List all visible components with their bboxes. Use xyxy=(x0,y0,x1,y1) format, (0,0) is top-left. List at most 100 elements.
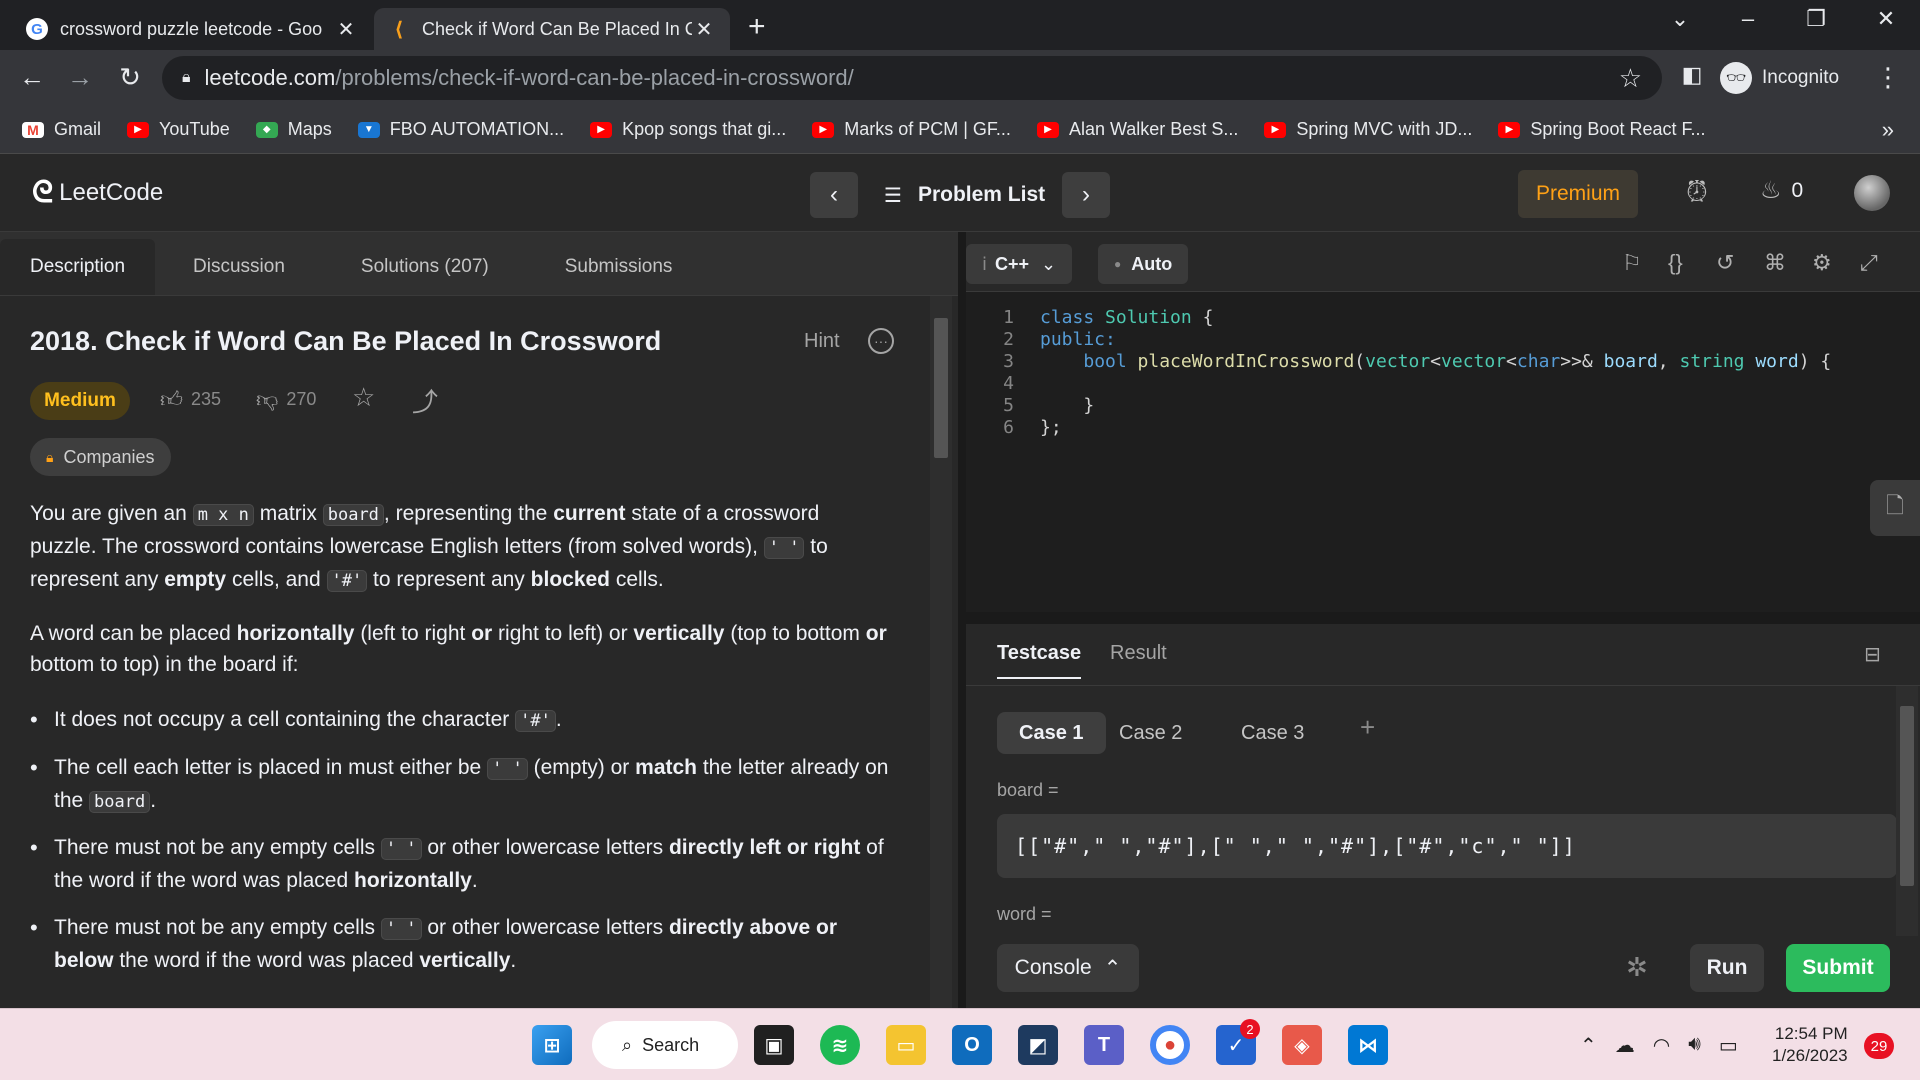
testcase-scrollbar[interactable] xyxy=(1896,686,1918,936)
tab-description[interactable]: Description xyxy=(0,239,156,295)
minimize-icon[interactable]: – xyxy=(1728,6,1768,32)
star-icon[interactable]: ☆ xyxy=(352,382,375,413)
bookmark-spring-mvc[interactable]: ▶ Spring MVC with JD... xyxy=(1264,119,1472,140)
app-icon[interactable]: ◩ xyxy=(1018,1025,1058,1065)
description-scrollbar[interactable] xyxy=(930,296,952,1008)
vscode-icon[interactable]: ⋈ xyxy=(1348,1025,1388,1065)
tab-testcase[interactable]: Testcase xyxy=(997,642,1082,679)
shortcuts-icon[interactable]: ⌘ xyxy=(1764,250,1786,276)
date: 1/26/2023 xyxy=(1772,1046,1848,1065)
reload-icon[interactable]: ↻ xyxy=(112,62,148,93)
bookmark-icon[interactable]: ⚐ xyxy=(1622,250,1642,276)
like-count: 235 xyxy=(191,389,222,409)
side-panel-icon[interactable]: ◧ xyxy=(1674,62,1710,88)
back-icon[interactable]: ← xyxy=(14,62,50,93)
address-bar[interactable]: 🔒︎ leetcode.com/problems/check-if-word-c… xyxy=(162,56,1662,100)
file-explorer-icon[interactable]: ▭ xyxy=(886,1025,926,1065)
new-tab-icon[interactable]: + xyxy=(748,10,766,44)
language-label: C++ xyxy=(995,253,1030,274)
avatar[interactable] xyxy=(1854,175,1890,211)
board-input[interactable]: [["#"," ","#"],[" "," ","#"],["#","c"," … xyxy=(997,814,1897,878)
code-area[interactable]: 1 class Solution {2 public: 3 bool placeWor… xyxy=(966,304,1920,604)
menu-kebab-icon[interactable]: ⋮ xyxy=(1870,62,1906,93)
battery-icon[interactable]: ▭ xyxy=(1719,1033,1738,1058)
problem-list-button[interactable]: ☰ Problem List xyxy=(884,172,1045,218)
companies-tag[interactable]: 🔒︎ Companies xyxy=(30,438,171,476)
case-1-button[interactable]: Case 1 xyxy=(997,712,1106,754)
office-icon[interactable]: ◈ xyxy=(1282,1025,1322,1065)
bookmark-spring-boot[interactable]: ▶ Spring Boot React F... xyxy=(1498,119,1705,140)
incognito-profile[interactable]: 👓︎ Incognito xyxy=(1720,58,1839,98)
wifi-icon[interactable]: ◠ xyxy=(1653,1033,1670,1058)
close-icon[interactable]: ✕ xyxy=(334,17,358,42)
chrome-icon[interactable]: ● xyxy=(1150,1025,1190,1065)
forward-icon[interactable]: → xyxy=(62,62,98,93)
prev-problem-button[interactable]: ‹ xyxy=(810,172,858,218)
scrollbar-thumb[interactable] xyxy=(934,318,948,458)
volume-icon[interactable]: 🔊︎ xyxy=(1688,1033,1701,1058)
leetcode-logo[interactable]: ᘓ LeetCode xyxy=(32,176,163,210)
task-view-icon[interactable]: ▣ xyxy=(754,1025,794,1065)
chevron-right-icon[interactable]: » xyxy=(1882,117,1894,143)
browser-tab-google[interactable]: G crossword puzzle leetcode - Goo ✕ xyxy=(12,8,372,50)
console-button[interactable]: Console ⌃ xyxy=(997,944,1139,992)
language-select[interactable]: ⅰ C++ ⌄ xyxy=(966,244,1073,284)
bookmark-youtube[interactable]: ▶ YouTube xyxy=(127,119,230,140)
outlook-icon[interactable]: O xyxy=(952,1025,992,1065)
alarm-clock-icon[interactable]: ⏰︎ xyxy=(1686,176,1708,209)
settings-gear-icon[interactable]: ⚙ xyxy=(1812,250,1832,276)
streak-counter[interactable]: ♨ 0 xyxy=(1760,176,1803,205)
submit-button[interactable]: Submit xyxy=(1786,944,1890,992)
url-host: leetcode.com xyxy=(204,65,336,90)
case-2-button[interactable]: Case 2 xyxy=(1097,712,1204,754)
tab-discussion[interactable]: Discussion xyxy=(155,239,323,295)
scrollbar-thumb[interactable] xyxy=(1900,706,1914,886)
tab-search-icon[interactable]: ⌄ xyxy=(1660,6,1700,32)
dislike-button[interactable]: 👎︎ 270 xyxy=(256,386,316,413)
spotify-icon[interactable]: ≋ xyxy=(820,1025,860,1065)
windows-start-icon[interactable]: ⊞ xyxy=(532,1025,572,1065)
bookmark-pcm[interactable]: ▶ Marks of PCM | GF... xyxy=(812,119,1011,140)
tab-submissions[interactable]: Submissions xyxy=(527,239,711,295)
bold-text: blocked xyxy=(530,568,611,591)
hint-button[interactable]: Hint xyxy=(804,330,840,353)
bookmark-fbo[interactable]: ▼ FBO AUTOMATION... xyxy=(357,119,564,140)
window-close-icon[interactable]: ✕ xyxy=(1866,6,1906,32)
code-token: }; xyxy=(1040,417,1062,438)
panel-resize-handle[interactable] xyxy=(958,232,966,1008)
taskbar-clock[interactable]: 12:54 PM 1/26/2023 xyxy=(1772,1023,1848,1067)
bug-icon[interactable]: ✲ xyxy=(1626,952,1648,983)
add-case-icon[interactable]: + xyxy=(1360,712,1375,743)
restore-icon[interactable]: ❐ xyxy=(1796,6,1836,32)
reset-icon[interactable]: ↺ xyxy=(1716,250,1734,276)
browser-toolbar: ← → ↻ 🔒︎ leetcode.com/problems/check-if-… xyxy=(0,50,1920,106)
format-braces-icon[interactable]: {} xyxy=(1668,250,1683,276)
onedrive-icon[interactable]: ☁ xyxy=(1615,1033,1635,1058)
bookmark-alan[interactable]: ▶ Alan Walker Best S... xyxy=(1036,119,1238,140)
autocomplete-mode-button[interactable]: ● Auto xyxy=(1098,244,1189,284)
inline-code: ' ' xyxy=(380,838,422,860)
tab-solutions[interactable]: Solutions (207) xyxy=(323,239,527,295)
bookmark-maps[interactable]: ◆ Maps xyxy=(255,119,332,140)
teams-icon[interactable]: T xyxy=(1084,1025,1124,1065)
close-icon[interactable]: ✕ xyxy=(692,17,716,42)
share-icon[interactable]: ⤴ xyxy=(412,382,438,419)
run-button[interactable]: Run xyxy=(1690,944,1764,992)
fullscreen-icon[interactable]: ⤢ xyxy=(1860,250,1878,276)
tab-result[interactable]: Result xyxy=(1110,642,1167,665)
next-problem-button[interactable]: › xyxy=(1062,172,1110,218)
notification-badge[interactable]: 29 xyxy=(1864,1033,1894,1059)
bookmark-star-icon[interactable]: ☆ xyxy=(1619,63,1642,94)
bookmark-gmail[interactable]: M Gmail xyxy=(22,119,101,140)
bookmark-kpop[interactable]: ▶ Kpop songs that gi... xyxy=(590,119,786,140)
like-button[interactable]: 👍︎ 235 xyxy=(160,386,221,413)
taskbar-search[interactable]: ⌕ Search xyxy=(592,1021,738,1069)
browser-tab-leetcode[interactable]: ⟨ Check if Word Can Be Placed In C ✕ xyxy=(374,8,730,50)
document-icon[interactable]: 🗋 xyxy=(1870,480,1920,536)
premium-button[interactable]: Premium xyxy=(1518,170,1638,218)
leetcode-icon: ᘓ xyxy=(32,176,54,209)
chevron-up-icon[interactable]: ⌃ xyxy=(1580,1033,1597,1058)
more-options-icon[interactable]: ··· xyxy=(868,328,894,354)
layout-icon[interactable]: ⊟ xyxy=(1864,642,1881,667)
case-3-button[interactable]: Case 3 xyxy=(1219,712,1326,754)
